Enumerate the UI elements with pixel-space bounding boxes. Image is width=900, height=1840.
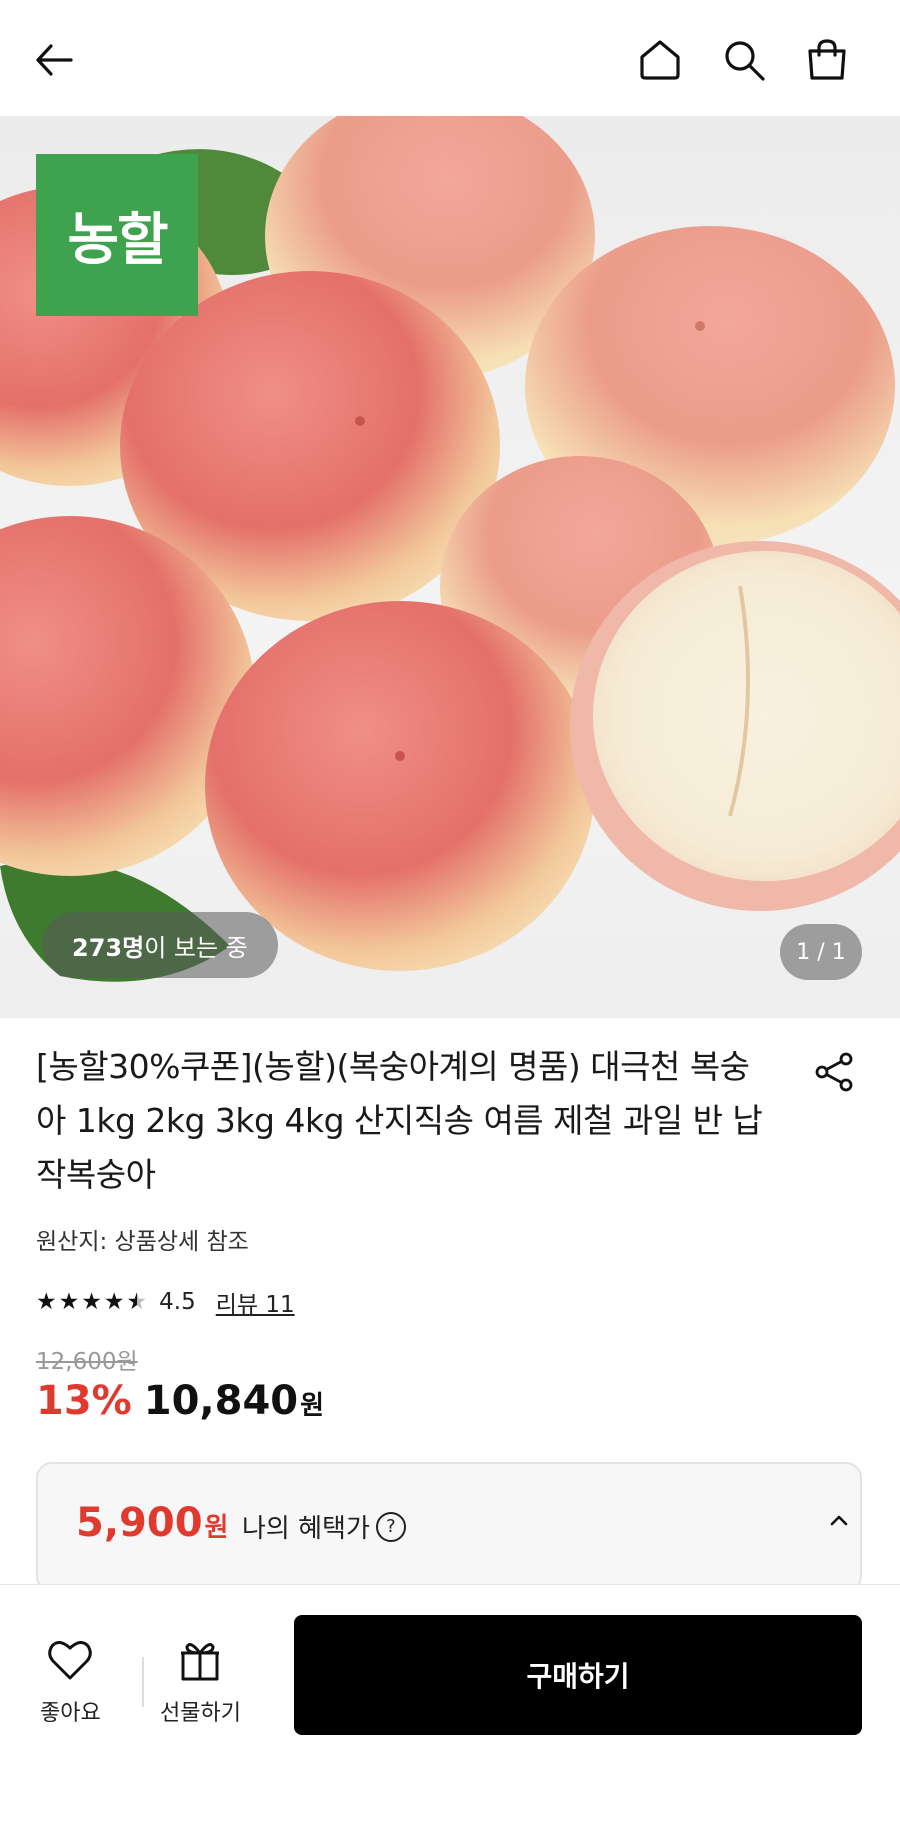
gift-button[interactable]: 선물하기 <box>160 1635 241 1727</box>
benefit-price: 5,900 원 <box>76 1500 228 1546</box>
rating-value: 4.5 <box>159 1289 196 1315</box>
price-row: 13% 10,840 원 <box>36 1378 324 1434</box>
home-button[interactable] <box>630 30 690 90</box>
star-icon: ★ <box>36 1288 57 1315</box>
share-icon <box>815 1052 853 1092</box>
benefit-price-value: 5,900 <box>76 1500 203 1546</box>
bottom-action-bar: 좋아요 선물하기 구매하기 <box>0 1584 900 1840</box>
viewers-count-pill: 273명 이 보는 중 <box>42 912 278 978</box>
gift-label: 선물하기 <box>160 1701 241 1726</box>
image-page-indicator: 1 / 1 <box>780 924 862 980</box>
search-icon <box>725 41 765 81</box>
arrow-left-icon <box>36 44 73 76</box>
review-link[interactable]: 리뷰 11 <box>216 1285 295 1319</box>
half-star-icon: ★ <box>126 1288 148 1315</box>
cart-button[interactable] <box>797 30 857 90</box>
heart-icon <box>48 1641 93 1680</box>
star-icon: ★ <box>81 1288 102 1315</box>
rating-stars: ★ ★ ★ ★ ★ <box>36 1288 148 1315</box>
viewers-suffix: 이 보는 중 <box>144 933 248 962</box>
divider <box>142 1657 144 1707</box>
benefit-currency: 원 <box>204 1513 229 1543</box>
home-icon <box>640 40 680 80</box>
benefit-label: 나의 혜택가 ? <box>242 1508 406 1545</box>
star-icon: ★ <box>103 1288 125 1315</box>
product-title: [농할30%쿠폰](농할)(복숭아계의 명품) 대극천 복숭아 1kg 2kg … <box>36 1047 763 1194</box>
chevron-up-icon[interactable] <box>824 1506 854 1536</box>
like-label: 좋아요 <box>40 1701 101 1726</box>
back-button[interactable] <box>24 30 84 90</box>
original-price: 12,600원 <box>36 1349 138 1375</box>
star-icon: ★ <box>58 1288 80 1315</box>
shopping-bag-icon <box>808 39 846 80</box>
benefit-price-panel[interactable]: 5,900 원 나의 혜택가 ? <box>36 1462 862 1592</box>
search-button[interactable] <box>714 30 774 90</box>
product-image[interactable]: 농할 273명 이 보는 중 1 / 1 <box>0 116 900 1018</box>
sale-price: 10,840 <box>143 1378 299 1424</box>
brand-badge: 농할 <box>36 154 198 316</box>
benefit-label-text: 나의 혜택가 <box>242 1514 370 1544</box>
share-button[interactable] <box>806 1044 862 1100</box>
top-app-bar <box>0 0 900 116</box>
currency-unit: 원 <box>300 1391 325 1421</box>
like-button[interactable]: 좋아요 <box>40 1635 101 1727</box>
discount-rate: 13% <box>36 1378 132 1424</box>
origin-info: 원산지: 상품상세 참조 <box>36 1229 249 1255</box>
viewers-count: 273명 <box>72 933 145 962</box>
rating-row: ★ ★ ★ ★ ★ 4.5 리뷰 11 <box>36 1284 295 1320</box>
buy-button[interactable]: 구매하기 <box>294 1615 862 1735</box>
gift-icon <box>181 1643 220 1681</box>
help-icon[interactable]: ? <box>375 1511 406 1542</box>
